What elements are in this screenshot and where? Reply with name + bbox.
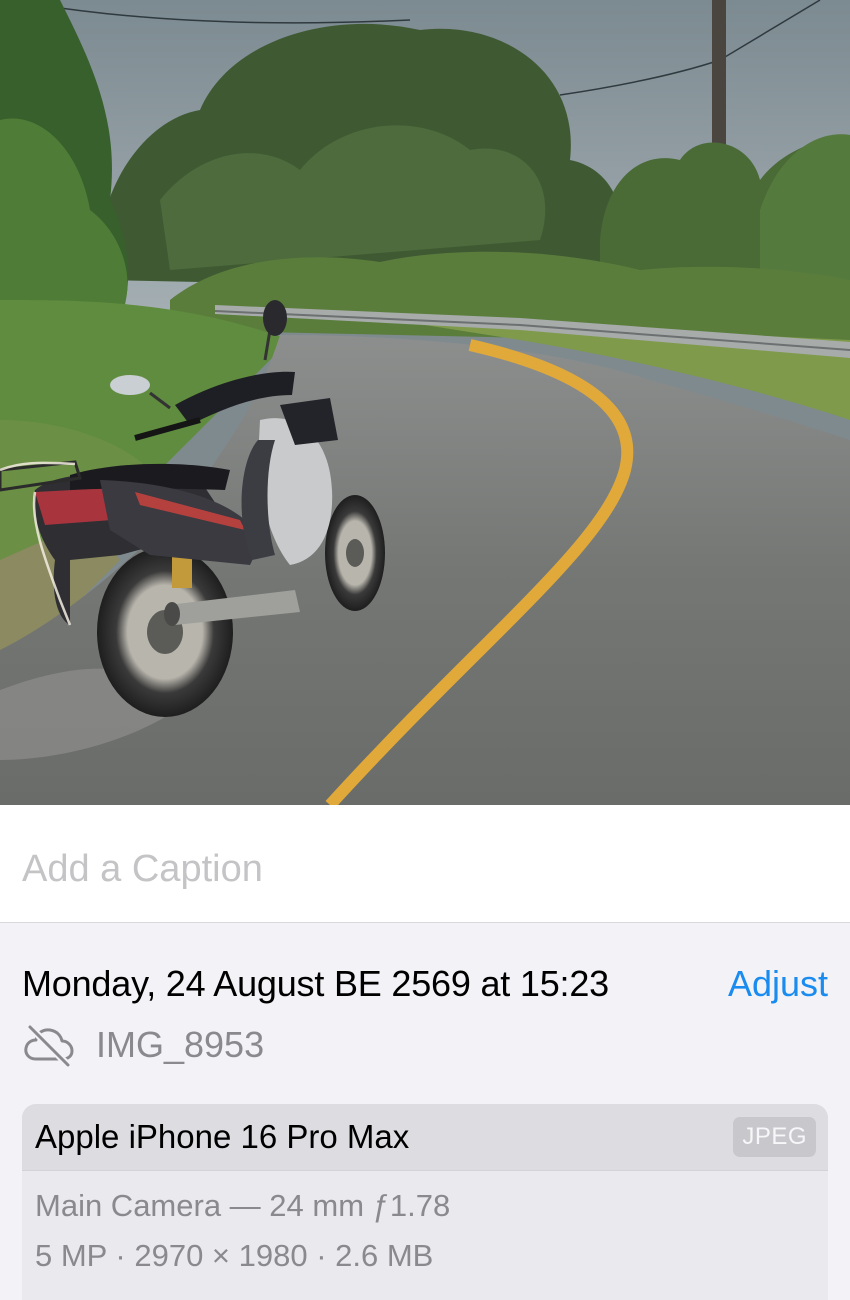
image-specs: 5 MP · 2970 × 1980 · 2.6 MB bbox=[35, 1238, 434, 1273]
lens-info: Main Camera — 24 mm ƒ1.78 bbox=[35, 1188, 451, 1223]
caption-section bbox=[0, 805, 850, 923]
format-badge: JPEG bbox=[733, 1117, 816, 1157]
device-name: Apple iPhone 16 Pro Max bbox=[35, 1118, 410, 1155]
adjust-button[interactable]: Adjust bbox=[728, 963, 828, 1005]
photo-info-screen: Monday, 24 August BE 2569 at 15:23 Adjus… bbox=[0, 0, 850, 1300]
cloud-slash-icon bbox=[22, 1023, 76, 1069]
photo-image bbox=[0, 0, 850, 805]
photo-datetime: Monday, 24 August BE 2569 at 15:23 bbox=[22, 963, 609, 1004]
device-card-header: Apple iPhone 16 Pro Max JPEG bbox=[22, 1104, 828, 1170]
caption-input[interactable] bbox=[22, 843, 822, 895]
photo-view[interactable] bbox=[0, 0, 850, 805]
file-name: IMG_8953 bbox=[96, 1024, 265, 1065]
photo-info-panel: Monday, 24 August BE 2569 at 15:23 Adjus… bbox=[0, 923, 850, 1300]
file-name-row: IMG_8953 bbox=[22, 1023, 265, 1069]
card-divider bbox=[22, 1170, 828, 1171]
device-info-card: Apple iPhone 16 Pro Max JPEG Main Camera… bbox=[22, 1104, 828, 1300]
